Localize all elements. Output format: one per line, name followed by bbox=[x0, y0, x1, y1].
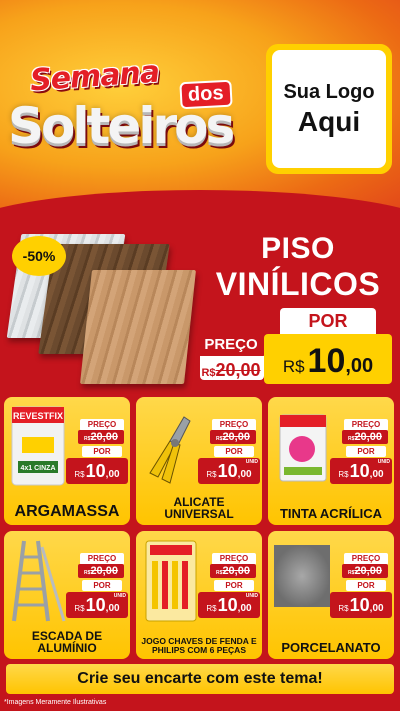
campaign-title: Semana dos Solteiros bbox=[6, 55, 266, 165]
logo-line2: Aqui bbox=[297, 105, 361, 137]
header-banner: Semana dos Solteiros Sua Logo Aqui bbox=[0, 0, 400, 214]
vinyl-tile-wood-image bbox=[80, 270, 196, 384]
hero-por-label: POR bbox=[280, 308, 376, 334]
disclaimer-text: *Imagens Meramente Ilustrativas bbox=[4, 699, 107, 706]
hero-title-line2: VINÍLICOS bbox=[215, 266, 381, 302]
product-name: ESCADA DE ALUMÍNIO bbox=[31, 628, 103, 656]
product-name: TINTA ACRÍLICA bbox=[279, 506, 383, 522]
hero-price: R$ 10 ,00 bbox=[264, 334, 392, 384]
por-label: POR bbox=[82, 580, 122, 591]
paint-bucket-image bbox=[272, 403, 332, 489]
unit-label: UNID bbox=[245, 459, 258, 465]
header-curve bbox=[0, 190, 400, 214]
hero-offer: -50% PISO VINÍLICOS POR PREÇO R$20,00 R$… bbox=[0, 214, 400, 394]
old-price: R$20,00 bbox=[78, 564, 124, 578]
mortar-bag-image: REVESTFIX 4x1 CINZA bbox=[8, 403, 68, 489]
hero-preco-label: PREÇO bbox=[196, 334, 266, 356]
product-card-porcelanato[interactable]: PREÇO R$20,00 POR R$ 10,00 PORCELANATO bbox=[268, 531, 394, 659]
logo-line1: Sua Logo bbox=[283, 80, 375, 103]
price: R$ 10,00 bbox=[66, 458, 128, 484]
create-flyer-button[interactable]: Crie seu encarte com este tema! bbox=[6, 664, 394, 694]
title-solteiros: Solteiros bbox=[8, 97, 235, 155]
product-name: ALICATE UNIVERSAL bbox=[164, 494, 234, 522]
unit-label: UNID bbox=[113, 593, 126, 599]
product-card-tinta[interactable]: PREÇO R$20,00 POR R$ 10,00 UNID TINTA ACR… bbox=[268, 397, 394, 525]
old-price: R$20,00 bbox=[342, 564, 388, 578]
old-price: R$20,00 bbox=[210, 430, 256, 444]
product-card-escada[interactable]: PREÇO R$20,00 POR R$ 10,00 UNID ESCADA DE… bbox=[4, 531, 130, 659]
product-name: ARGAMASSA bbox=[14, 503, 120, 521]
old-price: R$20,00 bbox=[210, 564, 256, 578]
pliers-image bbox=[140, 403, 200, 489]
product-card-alicate[interactable]: PREÇO R$20,00 POR R$ 10,00 UNID ALICATE U… bbox=[136, 397, 262, 525]
por-label: POR bbox=[82, 446, 122, 457]
product-card-argamassa[interactable]: REVESTFIX 4x1 CINZA PREÇO R$20,00 POR R$… bbox=[4, 397, 130, 525]
unit-label: UNID bbox=[377, 459, 390, 465]
porcelain-tile-image bbox=[272, 537, 332, 623]
product-name: PORCELANATO bbox=[281, 640, 381, 656]
por-label: POR bbox=[214, 446, 254, 457]
por-label: POR bbox=[214, 580, 254, 591]
product-name: JOGO CHAVES DE FENDA E PHILIPS COM 6 PEÇ… bbox=[141, 636, 257, 656]
old-price: R$20,00 bbox=[342, 430, 388, 444]
por-label: POR bbox=[346, 446, 386, 457]
hero-old-price: R$20,00 bbox=[201, 360, 261, 380]
screwdriver-set-image bbox=[140, 537, 200, 623]
product-card-chaves[interactable]: PREÇO R$20,00 POR R$ 10,00 UNID JOGO CHAV… bbox=[136, 531, 262, 659]
svg-text:REVESTFIX: REVESTFIX bbox=[13, 411, 63, 421]
title-semana: Semana bbox=[28, 54, 161, 99]
svg-text:4x1 CINZA: 4x1 CINZA bbox=[20, 465, 55, 472]
por-label: POR bbox=[346, 580, 386, 591]
unit-label: UNID bbox=[245, 593, 258, 599]
logo-placeholder: Sua Logo Aqui bbox=[266, 44, 392, 174]
ladder-image bbox=[8, 537, 68, 623]
discount-badge: -50% bbox=[12, 236, 66, 276]
hero-title-line1: PISO bbox=[261, 232, 335, 265]
old-price: R$20,00 bbox=[78, 430, 124, 444]
price: R$ 10,00 bbox=[330, 592, 392, 618]
